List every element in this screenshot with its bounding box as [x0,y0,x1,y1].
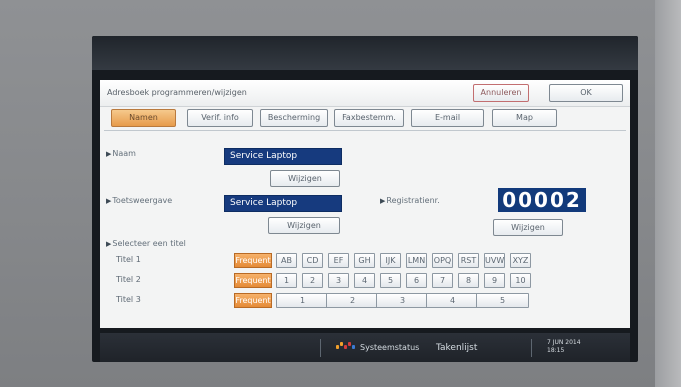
dialog-title-bar: Adresboek programmeren/wijzigen Annulere… [100,80,630,107]
ok-button[interactable]: OK [549,84,623,102]
status-led-icon [340,342,343,346]
tab-faxbestemm[interactable]: Faxbestemm. [334,109,404,127]
title-row-label: Titel 3 [116,295,141,304]
title-row-label: Titel 2 [116,275,141,284]
triangle-icon: ▶ [106,197,112,205]
status-led-icon [348,342,351,346]
title-option-button[interactable]: RST [458,253,479,268]
triangle-icon: ▶ [380,197,386,205]
title-row-label: Titel 1 [116,255,141,264]
cancel-button[interactable]: Annuleren [473,84,529,102]
tab-bescherming[interactable]: Bescherming [260,109,328,127]
frequent-button[interactable]: Frequent [234,253,272,268]
title-option-button[interactable]: UVW [484,253,505,268]
key-display-value: Service Laptop [224,195,342,212]
status-bar: Systeemstatus Takenlijst 7 JUN 2014 18:1… [100,333,630,362]
tab-verif-info[interactable]: Verif. info [187,109,253,127]
title-option-button[interactable]: 5 [380,273,401,288]
registration-label: ▶Registratienr. [380,196,440,205]
title-option-button[interactable]: 8 [458,273,479,288]
title-option-button[interactable]: CD [302,253,323,268]
tab-namen[interactable]: Namen [111,109,176,127]
name-field-label: ▶Naam [106,149,136,158]
title-option-button[interactable]: 1 [276,293,329,308]
tab-e-mail[interactable]: E-mail [411,109,484,127]
dialog-title: Adresboek programmeren/wijzigen [107,88,247,97]
title-option-button[interactable]: 4 [426,293,479,308]
date-text: 7 JUN 2014 [547,339,581,346]
tab-map[interactable]: Map [492,109,557,127]
name-change-button[interactable]: Wijzigen [270,170,340,187]
key-display-change-button[interactable]: Wijzigen [268,217,340,234]
title-option-button[interactable]: OPQ [432,253,453,268]
triangle-icon: ▶ [106,240,112,248]
frequent-button[interactable]: Frequent [234,273,272,288]
title-option-button[interactable]: 7 [432,273,453,288]
status-led-icon [344,345,347,349]
tab-divider [104,130,626,131]
address-book-dialog: Adresboek programmeren/wijzigen Annulere… [100,80,630,328]
title-option-button[interactable]: 5 [476,293,529,308]
screen-top-area [92,36,638,70]
title-option-button[interactable]: 10 [510,273,531,288]
title-option-button[interactable]: GH [354,253,375,268]
title-option-button[interactable]: 1 [276,273,297,288]
date-time: 7 JUN 2014 18:15 [547,339,581,355]
triangle-icon: ▶ [106,150,112,158]
title-option-button[interactable]: AB [276,253,297,268]
touch-screen: Adresboek programmeren/wijzigen Annulere… [92,36,638,362]
title-option-button[interactable]: LMN [406,253,427,268]
title-option-button[interactable]: 3 [328,273,349,288]
title-option-button[interactable]: 2 [302,273,323,288]
select-title-label: ▶Selecteer een titel [106,239,186,248]
title-option-button[interactable]: 3 [376,293,429,308]
key-display-label: ▶Toetsweergave [106,196,173,205]
status-led-icon [352,345,355,349]
system-status-button[interactable]: Systeemstatus [360,339,419,357]
title-option-button[interactable]: 9 [484,273,505,288]
device-edge [655,0,681,387]
time-text: 18:15 [547,347,565,354]
title-option-button[interactable]: 4 [354,273,375,288]
registration-number: 00002 [498,188,586,212]
title-option-button[interactable]: XYZ [510,253,531,268]
title-option-button[interactable]: IJK [380,253,401,268]
name-value: Service Laptop [224,148,342,165]
job-list-button[interactable]: Takenlijst [436,339,477,357]
frequent-button[interactable]: Frequent [234,293,272,308]
title-option-button[interactable]: 6 [406,273,427,288]
status-led-icon [336,345,339,349]
registration-change-button[interactable]: Wijzigen [493,219,563,236]
title-option-button[interactable]: EF [328,253,349,268]
title-option-button[interactable]: 2 [326,293,379,308]
